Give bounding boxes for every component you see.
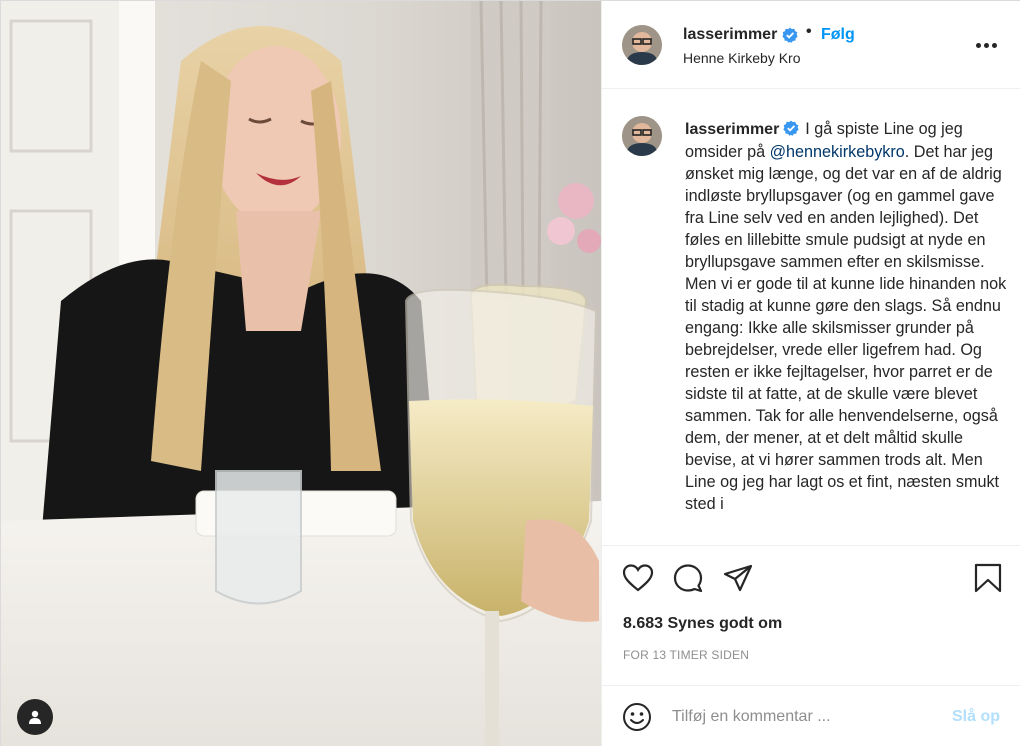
likes-count[interactable]: 8.683 Synes godt om (623, 615, 782, 633)
caption-username[interactable]: lasserimmer (685, 121, 779, 138)
post-timestamp[interactable]: FOR 13 TIMER SIDEN (623, 648, 749, 662)
caption-mention-link[interactable]: @hennekirkebykro (770, 143, 905, 161)
action-bar (602, 547, 1020, 607)
verified-badge-icon (782, 27, 798, 43)
post-caption: lasserimmer I gå spiste Line og jeg omsi… (685, 118, 1007, 515)
paper-plane-icon (723, 564, 753, 592)
more-dot (991, 42, 997, 48)
separator-dot: • (806, 23, 812, 40)
user-tag-icon (29, 710, 41, 724)
author-avatar[interactable] (622, 25, 662, 65)
post-header: lasserimmer • Følg Henne Kirkeby Kro (602, 1, 1020, 89)
post-photo[interactable] (1, 1, 601, 746)
caption-author-avatar[interactable] (622, 116, 662, 156)
bookmark-icon (974, 563, 1002, 593)
avatar-image (622, 25, 662, 65)
emoji-button[interactable] (622, 702, 652, 732)
post-side-panel: lasserimmer • Følg Henne Kirkeby Kro las… (601, 1, 1020, 746)
author-username[interactable]: lasserimmer (683, 26, 777, 44)
post-container: lasserimmer • Følg Henne Kirkeby Kro las… (0, 0, 1020, 746)
avatar-image (622, 116, 662, 156)
caption-text-rest: . Det har jeg ønsket mig længe, og det v… (685, 143, 1007, 513)
save-button[interactable] (972, 563, 1004, 593)
emoji-smiley-icon (623, 703, 651, 731)
like-button[interactable] (622, 563, 654, 593)
post-comment-button[interactable]: Slå op (952, 708, 1000, 726)
add-comment-bar: Slå op (602, 685, 1020, 746)
user-tags-button[interactable] (17, 699, 53, 735)
comment-button[interactable] (672, 563, 704, 593)
comment-input[interactable] (672, 704, 932, 730)
location-link[interactable]: Henne Kirkeby Kro (683, 50, 801, 66)
photo-illustration (1, 1, 601, 746)
more-dot (975, 42, 981, 48)
verified-badge-icon (783, 120, 799, 136)
follow-button[interactable]: Følg (821, 26, 855, 44)
share-button[interactable] (722, 563, 754, 593)
comments-section[interactable]: lasserimmer I gå spiste Line og jeg omsi… (602, 90, 1020, 546)
comment-bubble-icon (673, 564, 703, 593)
more-options-icon[interactable] (974, 33, 998, 57)
more-dot (983, 42, 989, 48)
heart-icon (622, 564, 654, 592)
